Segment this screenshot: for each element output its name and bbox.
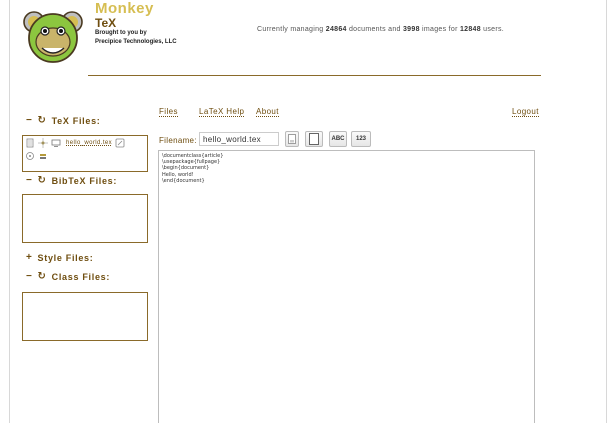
filename-label: Filename: xyxy=(159,136,197,145)
document-icon xyxy=(309,133,319,145)
brand-subtitle: TeX xyxy=(95,16,117,30)
stats-images-count: 3998 xyxy=(402,26,420,33)
window-left-edge xyxy=(9,0,10,423)
collapse-icon[interactable]: − xyxy=(26,175,33,186)
save-button[interactable] xyxy=(285,131,299,147)
class-files-title: Class Files: xyxy=(51,271,111,282)
stats-users-count: 12848 xyxy=(459,26,481,33)
usage-stats: Currently managing 24864 documents and 3… xyxy=(257,26,504,33)
monkey-logo xyxy=(23,11,83,63)
bibtex-files-list xyxy=(22,194,148,243)
view-icon[interactable] xyxy=(25,151,35,161)
stats-mid1: documents and xyxy=(348,26,401,33)
save-icon xyxy=(288,134,296,144)
preview-monitor-icon[interactable] xyxy=(51,138,61,148)
stats-prefix: Currently managing xyxy=(257,26,324,33)
file-extra-icons xyxy=(25,151,48,161)
new-document-button[interactable] xyxy=(305,131,323,147)
company-name: Precipice Technologies, LLC xyxy=(95,39,177,45)
brought-by-text: Brought to you by xyxy=(95,30,147,36)
style-files-header: + Style Files: xyxy=(26,252,93,263)
stats-suffix: users. xyxy=(483,26,505,33)
stats-documents-count: 24864 xyxy=(325,26,347,33)
expand-icon[interactable]: + xyxy=(26,252,33,263)
list-item: hello_world.tex xyxy=(25,138,125,148)
window-right-edge xyxy=(606,0,607,423)
compile-icon[interactable] xyxy=(38,138,48,148)
nav-latex-help-link[interactable]: LaTeX Help xyxy=(199,107,245,117)
code-editor[interactable]: \documentclass{article} \usepackage{full… xyxy=(158,150,535,423)
header-divider xyxy=(88,75,541,76)
tex-files-title: TeX Files: xyxy=(51,115,101,126)
refresh-icon[interactable]: ↻ xyxy=(38,271,47,282)
tex-file-link[interactable]: hello_world.tex xyxy=(66,140,112,146)
nav-about-link[interactable]: About xyxy=(256,107,279,117)
bibtex-files-title: BibTeX Files: xyxy=(51,175,118,186)
nav-files-link[interactable]: Files xyxy=(159,107,178,117)
nav-logout-link[interactable]: Logout xyxy=(512,107,539,117)
code-line: \end{document} xyxy=(162,177,205,184)
filename-field[interactable] xyxy=(199,132,279,146)
bibtex-files-header: − ↻ BibTeX Files: xyxy=(26,175,117,186)
spellcheck-button[interactable]: ABC xyxy=(329,131,347,147)
class-files-header: − ↻ Class Files: xyxy=(26,271,110,282)
line-numbers-button[interactable]: 123 xyxy=(351,131,371,147)
tex-files-list: hello_world.tex xyxy=(22,135,148,172)
edit-icon[interactable] xyxy=(115,138,125,148)
collapse-icon[interactable]: − xyxy=(26,271,33,282)
refresh-icon[interactable]: ↻ xyxy=(38,175,47,186)
tools-icon[interactable] xyxy=(38,151,48,161)
tex-files-header: − ↻ TeX Files: xyxy=(26,115,101,126)
stats-mid2: images for xyxy=(422,26,458,33)
style-files-title: Style Files: xyxy=(37,252,94,263)
class-files-list xyxy=(22,292,148,341)
brand-title: Monkey xyxy=(95,0,154,17)
refresh-icon[interactable]: ↻ xyxy=(38,115,47,126)
delete-icon[interactable] xyxy=(25,138,35,148)
collapse-icon[interactable]: − xyxy=(26,115,33,126)
